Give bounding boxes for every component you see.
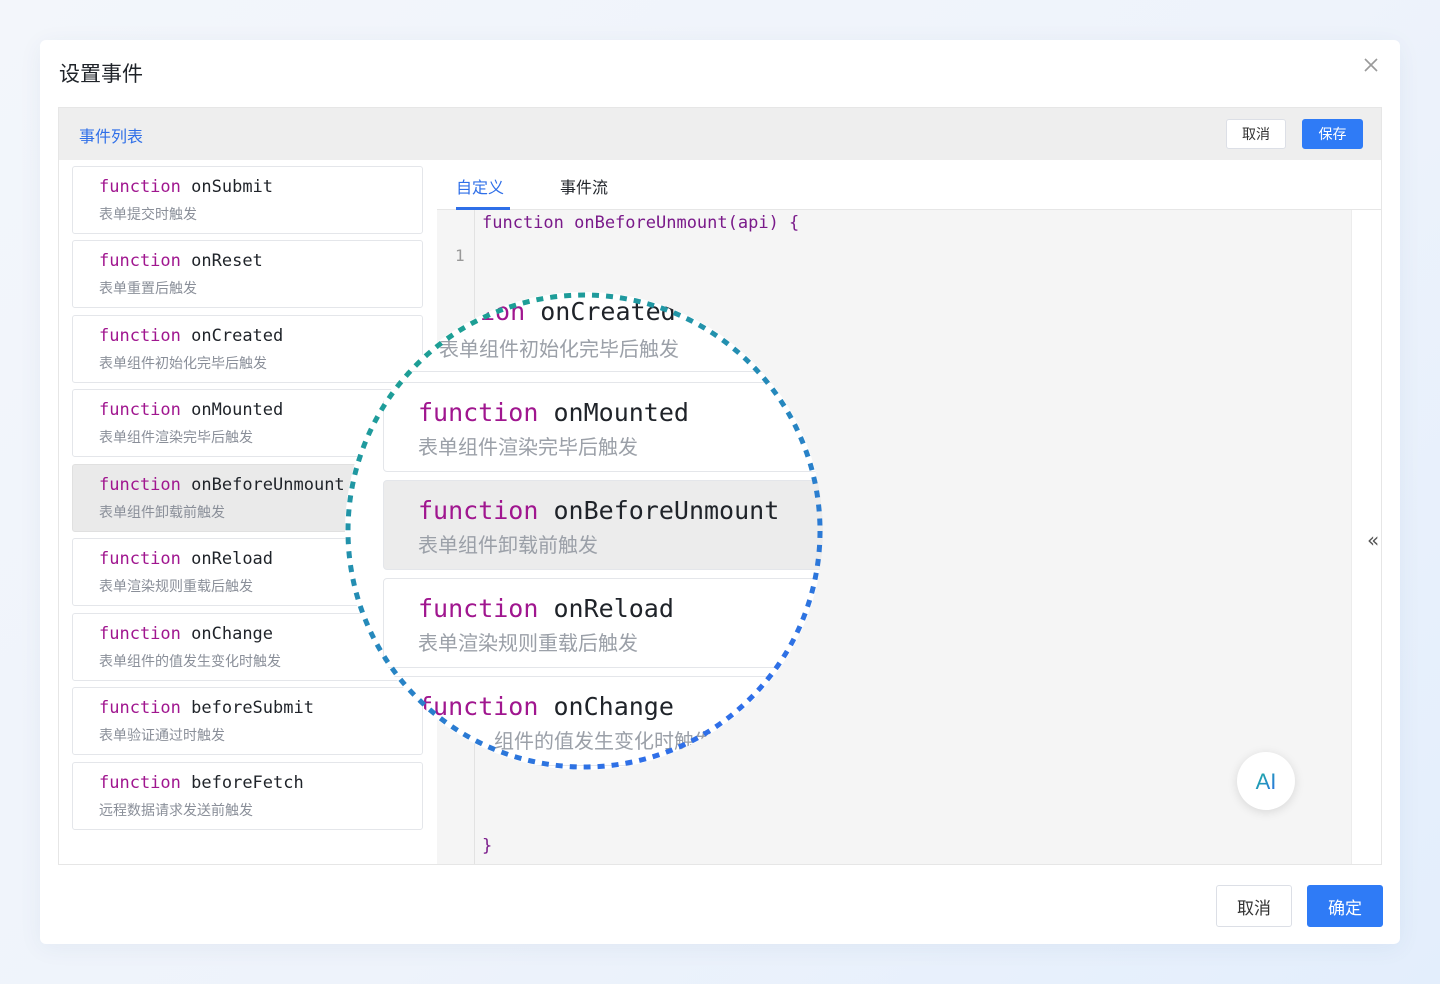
side-rail: « — [1351, 210, 1381, 864]
event-keyword: function — [99, 475, 181, 495]
event-keyword: function — [99, 773, 181, 793]
mag-desc: 表单组件卸载前触发 — [418, 533, 598, 557]
mag-item-onChange: function onChange 组件的值发生变化时触发 — [383, 676, 823, 766]
event-list-title: 事件列表 — [79, 127, 144, 146]
mag-desc: 表单组件初始化完毕后触发 — [439, 337, 679, 361]
mag-keyword: function — [418, 594, 539, 623]
event-keyword: function — [99, 400, 181, 420]
mag-name: onMounted — [553, 398, 689, 427]
event-name: onMounted — [191, 400, 284, 420]
mag-keyword: ion — [480, 297, 526, 326]
mag-keyword: function — [418, 692, 539, 721]
code-line: function onBeforeUnmount(api) { — [482, 213, 800, 233]
mag-item-onBeforeUnmount: function onBeforeUnmount 表单组件卸载前触发 — [383, 480, 823, 570]
panel-cancel-button[interactable]: 取消 — [1226, 119, 1286, 149]
dialog-title: 设置事件 — [59, 62, 143, 86]
event-name: onCreated — [191, 326, 284, 346]
event-desc: 远程数据请求发送前触发 — [99, 803, 253, 819]
event-item-onSubmit[interactable]: function onSubmit 表单提交时触发 — [72, 166, 423, 234]
mag-name: onChange — [553, 692, 674, 721]
event-name: beforeSubmit — [191, 698, 314, 718]
panel-save-button[interactable]: 保存 — [1302, 119, 1363, 149]
ai-icon: AI — [1256, 769, 1277, 793]
event-keyword: function — [99, 177, 181, 197]
event-name: onChange — [191, 624, 274, 644]
editor-tabs: 自定义 事件流 — [437, 160, 1381, 210]
event-keyword: function — [99, 624, 181, 644]
mag-item-onReload: function onReload 表单渲染规则重载后触发 — [383, 578, 823, 668]
mag-name: onBeforeUnmount — [553, 496, 780, 525]
event-keyword: function — [99, 326, 181, 346]
event-desc: 表单组件的值发生变化时触发 — [99, 654, 281, 670]
event-item-beforeFetch[interactable]: function beforeFetch 远程数据请求发送前触发 — [72, 762, 423, 830]
mag-item-onCreated: ion onCreated 表单组件初始化完毕后触发 — [383, 292, 823, 372]
tab-event-flow[interactable]: 事件流 — [560, 174, 608, 198]
ai-assistant-button[interactable]: AI — [1237, 752, 1295, 810]
event-desc: 表单组件初始化完毕后触发 — [99, 356, 267, 372]
magnifier-lens: ion onCreated 表单组件初始化完毕后触发 function onMo… — [345, 292, 823, 770]
ai-label: AI — [1256, 769, 1277, 793]
event-name: onReload — [191, 549, 274, 569]
event-name: onSubmit — [191, 177, 274, 197]
mag-name: onReload — [553, 594, 674, 623]
event-keyword: function — [99, 698, 181, 718]
event-name: onReset — [191, 251, 263, 271]
mag-desc: 表单组件渲染完毕后触发 — [418, 435, 638, 459]
line-number: 1 — [455, 246, 465, 265]
tab-custom[interactable]: 自定义 — [456, 174, 504, 198]
event-name: beforeFetch — [191, 773, 304, 793]
event-desc: 表单提交时触发 — [99, 207, 197, 223]
event-name: onBeforeUnmount — [191, 475, 345, 495]
collapse-left-icon[interactable]: « — [1367, 528, 1379, 552]
event-keyword: function — [99, 251, 181, 271]
event-desc: 表单组件渲染完毕后触发 — [99, 430, 253, 446]
mag-desc: 组件的值发生变化时触发 — [494, 729, 714, 753]
mag-name: onCreated — [540, 297, 676, 326]
event-keyword: function — [99, 549, 181, 569]
code-closing-brace: } — [482, 836, 493, 856]
event-desc: 表单渲染规则重载后触发 — [99, 579, 253, 595]
mag-item-onMounted: function onMounted 表单组件渲染完毕后触发 — [383, 382, 823, 472]
footer-cancel-button[interactable]: 取消 — [1216, 885, 1292, 927]
confirm-button[interactable]: 确定 — [1307, 885, 1383, 927]
close-icon[interactable] — [1362, 56, 1380, 74]
mag-keyword: function — [418, 398, 539, 427]
event-desc: 表单验证通过时触发 — [99, 728, 225, 744]
event-desc: 表单组件卸载前触发 — [99, 505, 225, 521]
panel-header: 事件列表 取消 保存 — [59, 108, 1381, 160]
event-desc: 表单重置后触发 — [99, 281, 197, 297]
mag-desc: 表单渲染规则重载后触发 — [418, 631, 638, 655]
mag-keyword: function — [418, 496, 539, 525]
